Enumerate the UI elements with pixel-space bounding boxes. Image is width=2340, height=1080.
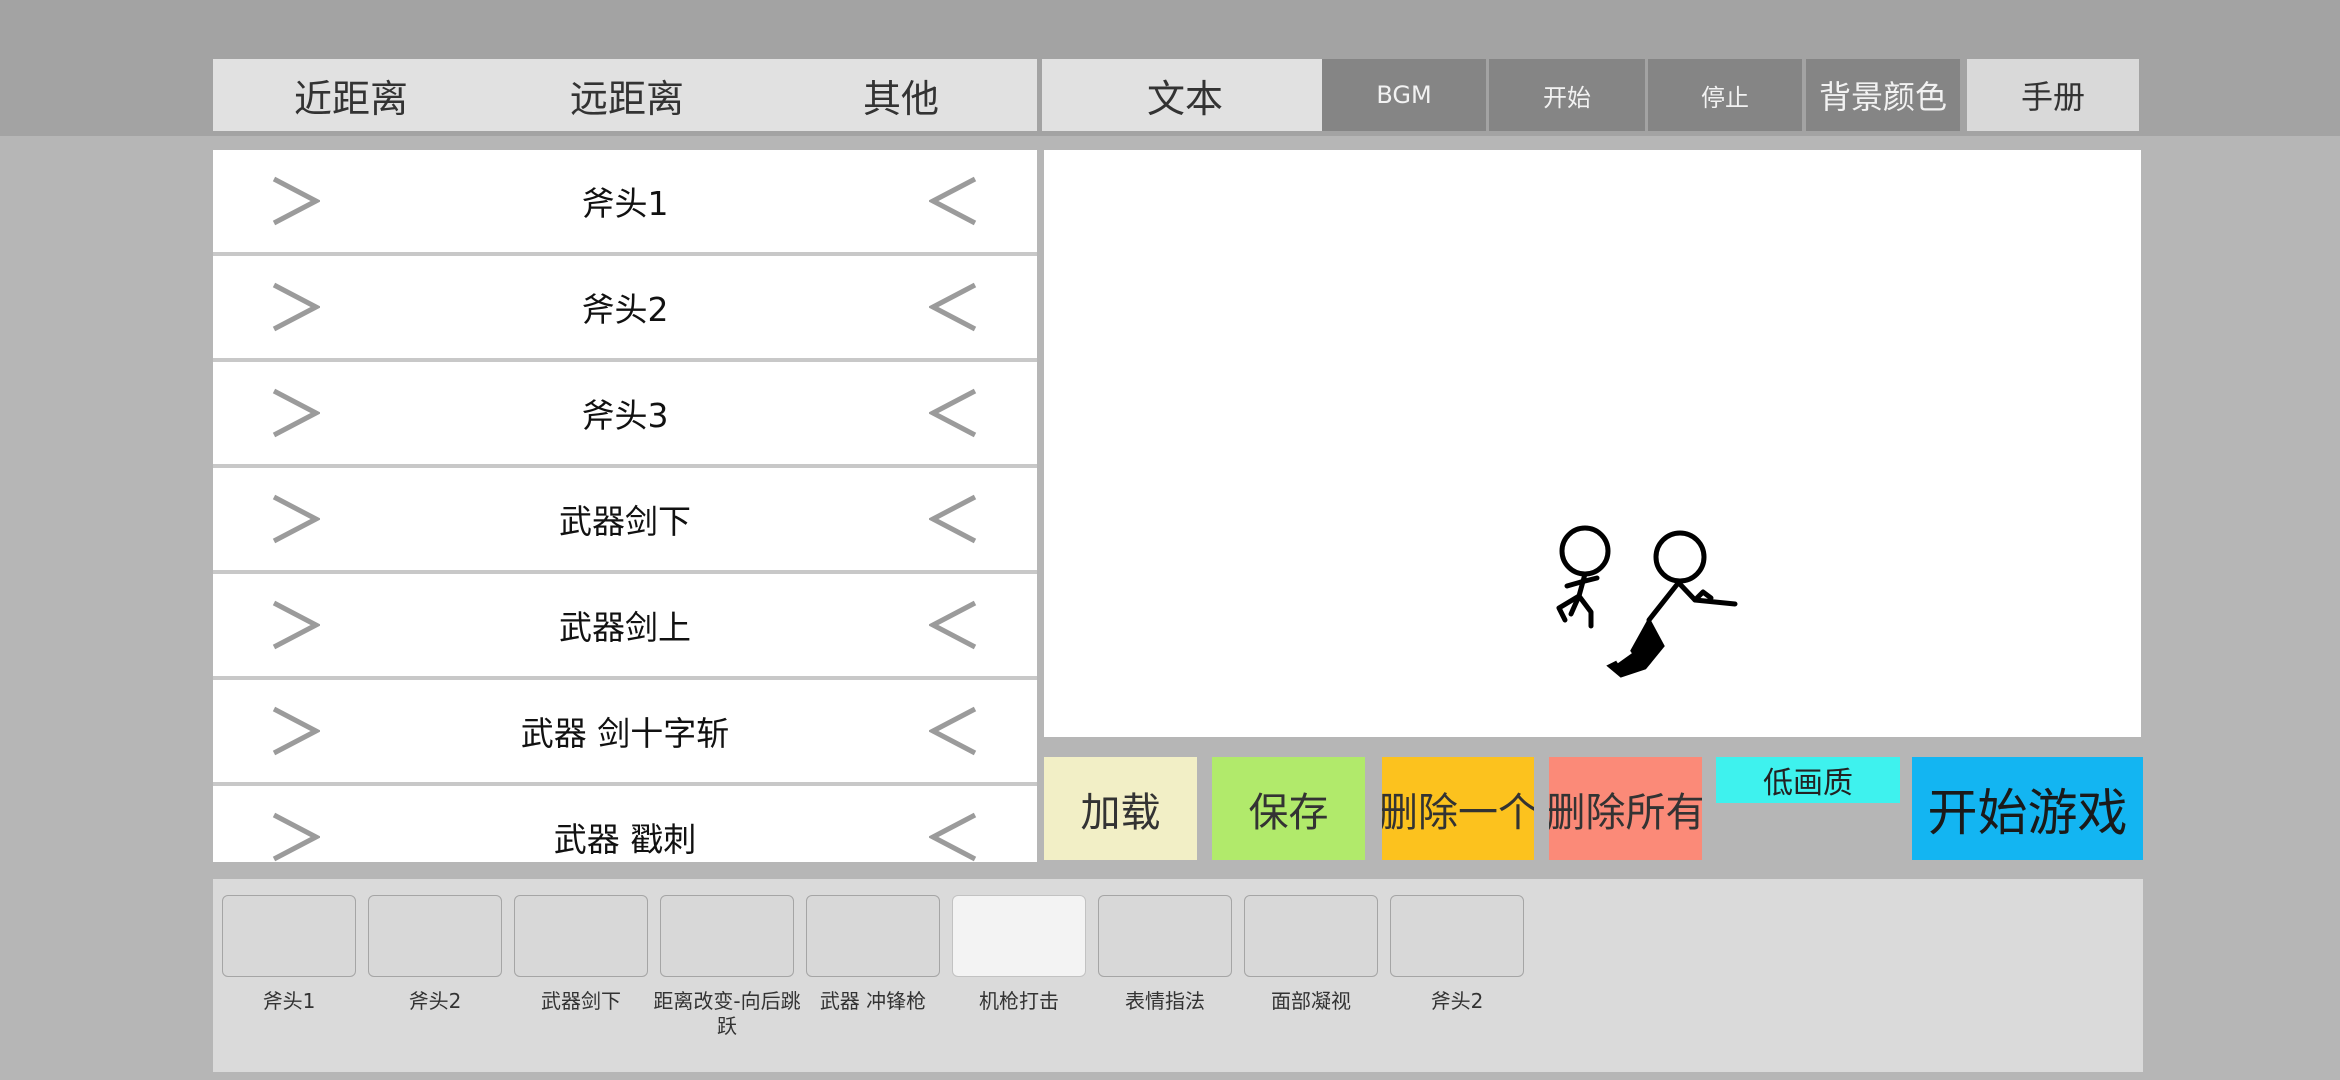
slot-thumbnail[interactable] (660, 895, 794, 977)
list-item-label: 武器 剑十字斩 (520, 714, 730, 753)
sequence-tray: 斧头1 斧头2 武器剑下 距离改变-向后跳跃 武器 冲锋枪 机枪打击 表情指法 面部凝视 斧头2 (213, 879, 2143, 1072)
stop-button[interactable]: 停止 (1648, 59, 1802, 131)
slot-caption: 武器 冲锋枪 (819, 989, 927, 1013)
slot-caption: 斧头2 (1430, 989, 1484, 1013)
chevron-left-icon[interactable] (927, 175, 979, 227)
chevron-left-icon[interactable] (927, 705, 979, 757)
bgm-button[interactable]: BGM (1322, 59, 1486, 131)
sequence-slot[interactable]: 武器剑下 (514, 895, 648, 1013)
list-item[interactable]: 斧头1 (213, 150, 1037, 252)
chevron-right-icon[interactable] (270, 175, 322, 227)
tab-melee[interactable]: 近距离 (213, 59, 489, 131)
low-quality-toggle[interactable]: 低画质 (1716, 757, 1900, 803)
action-list[interactable]: 斧头1 斧头2 斧头3 武器剑下武器剑上武器 剑十字斩 武器 戳刺 (213, 150, 1037, 862)
slot-thumbnail[interactable] (1244, 895, 1378, 977)
slot-thumbnail[interactable] (806, 895, 940, 977)
sequence-slot[interactable]: 机枪打击 (952, 895, 1086, 1013)
sequence-slot[interactable]: 斧头1 (222, 895, 356, 1013)
list-item-label: 斧头3 (581, 396, 669, 435)
sequence-slot[interactable]: 距离改变-向后跳跃 (653, 895, 801, 1038)
sequence-slot[interactable]: 斧头2 (368, 895, 502, 1013)
list-item-label: 武器 戳刺 (553, 820, 697, 859)
tab-ranged[interactable]: 远距离 (489, 59, 765, 131)
slot-thumbnail[interactable] (1390, 895, 1524, 977)
list-item[interactable]: 武器 戳刺 (213, 786, 1037, 862)
chevron-right-icon[interactable] (270, 811, 322, 862)
slot-caption: 面部凝视 (1271, 989, 1351, 1013)
list-item[interactable]: 武器 剑十字斩 (213, 680, 1037, 782)
list-item[interactable]: 武器剑下 (213, 468, 1037, 570)
tab-text[interactable]: 文本 (1042, 59, 1328, 131)
stick-figure-fight (1556, 525, 1738, 678)
start-game-button[interactable]: 开始游戏 (1912, 757, 2143, 860)
list-item-label: 斧头2 (581, 290, 669, 329)
chevron-left-icon[interactable] (927, 387, 979, 439)
slot-caption: 斧头1 (262, 989, 316, 1013)
chevron-right-icon[interactable] (270, 599, 322, 651)
preview-canvas[interactable] (1044, 150, 2141, 737)
slot-thumbnail[interactable] (368, 895, 502, 977)
slot-caption: 武器剑下 (541, 989, 621, 1013)
slot-caption: 表情指法 (1125, 989, 1205, 1013)
load-button[interactable]: 加载 (1044, 757, 1197, 860)
manual-button[interactable]: 手册 (1967, 59, 2139, 131)
chevron-left-icon[interactable] (927, 811, 979, 862)
slot-thumbnail[interactable] (1098, 895, 1232, 977)
chevron-right-icon[interactable] (270, 387, 322, 439)
chevron-left-icon[interactable] (927, 599, 979, 651)
sequence-slot[interactable]: 面部凝视 (1244, 895, 1378, 1013)
list-item-label: 武器剑上 (559, 608, 691, 647)
slot-caption: 距离改变-向后跳跃 (653, 989, 801, 1038)
sequence-slot[interactable]: 表情指法 (1098, 895, 1232, 1013)
sequence-slot[interactable]: 武器 冲锋枪 (806, 895, 940, 1013)
chevron-right-icon[interactable] (270, 705, 322, 757)
list-item[interactable]: 斧头3 (213, 362, 1037, 464)
tab-other[interactable]: 其他 (765, 59, 1037, 131)
delete-one-button[interactable]: 删除一个 (1382, 757, 1534, 860)
chevron-left-icon[interactable] (927, 281, 979, 333)
chevron-right-icon[interactable] (270, 281, 322, 333)
sequence-slot[interactable]: 斧头2 (1390, 895, 1524, 1013)
chevron-left-icon[interactable] (927, 493, 979, 545)
slot-caption: 斧头2 (408, 989, 462, 1013)
slot-caption: 机枪打击 (979, 989, 1059, 1013)
top-toolbar: 近距离 远距离 其他 文本 BGM 开始 停止 背景颜色 手册 (213, 59, 2139, 131)
slot-thumbnail[interactable] (222, 895, 356, 977)
save-button[interactable]: 保存 (1212, 757, 1365, 860)
slot-thumbnail[interactable] (514, 895, 648, 977)
delete-all-button[interactable]: 删除所有 (1549, 757, 1702, 860)
list-item[interactable]: 武器剑上 (213, 574, 1037, 676)
list-item-label: 武器剑下 (559, 502, 691, 541)
play-button[interactable]: 开始 (1489, 59, 1645, 131)
slot-thumbnail[interactable] (952, 895, 1086, 977)
list-item-label: 斧头1 (581, 184, 669, 223)
background-color-button[interactable]: 背景颜色 (1806, 59, 1960, 131)
list-item[interactable]: 斧头2 (213, 256, 1037, 358)
chevron-right-icon[interactable] (270, 493, 322, 545)
